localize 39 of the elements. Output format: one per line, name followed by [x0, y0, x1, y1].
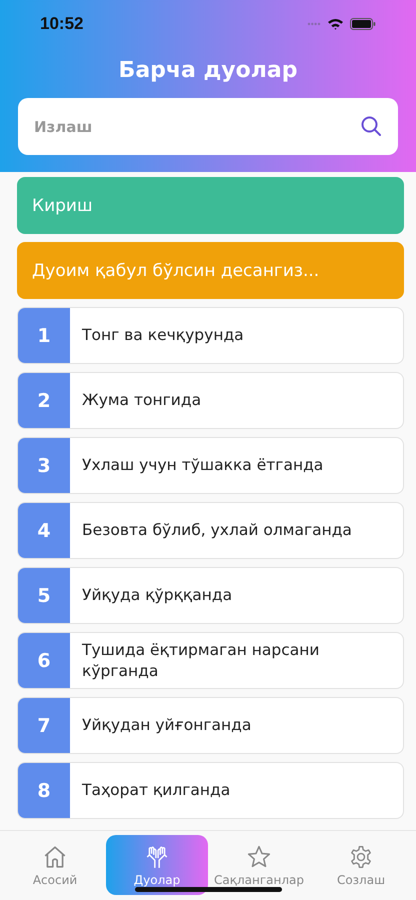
dua-card[interactable]: 5 Уйқуда қўрққанда: [17, 567, 404, 624]
dua-number: 2: [18, 373, 70, 428]
dua-card[interactable]: 4 Безовта бўлиб, ухлай олмаганда: [17, 502, 404, 559]
dua-card[interactable]: 8 Таҳорат қилганда: [17, 762, 404, 819]
tab-label: Асосий: [32, 872, 78, 886]
wifi-icon: [327, 18, 344, 30]
dua-card[interactable]: 3 Ухлаш учун тўшакка ётганда: [17, 437, 404, 494]
settings-icon: [348, 844, 374, 870]
dua-number: 5: [18, 568, 70, 623]
status-time: 10:52: [40, 14, 84, 34]
search-field[interactable]: Излаш: [18, 98, 398, 155]
page-title: Барча дуолар: [118, 58, 298, 83]
dua-title: Тонг ва кечқурунда: [81, 325, 245, 346]
dua-title: Уйқудан уйғонганда: [81, 715, 252, 736]
dua-number: 6: [18, 633, 70, 688]
tab-label: Дуолар: [134, 872, 180, 886]
dua-title: Жума тонгида: [81, 390, 202, 412]
home-icon: [42, 844, 68, 870]
dua-title: Таҳорат қилганда: [81, 780, 232, 802]
star-icon: [246, 844, 272, 870]
dua-number: 7: [18, 698, 70, 753]
dua-card[interactable]: 1 Тонг ва кечқурунда: [17, 307, 404, 364]
dua-title: Ухлаш учун тўшакка ётганда: [81, 455, 324, 476]
signal-icon: [307, 22, 321, 26]
search-icon[interactable]: [360, 115, 382, 137]
dua-card[interactable]: 7 Уйқудан уйғонганда: [17, 697, 404, 754]
battery-icon: [350, 18, 376, 30]
dua-card[interactable]: 6 Тушида ёқтирмаган нарсани кўрганда: [17, 632, 404, 689]
dua-card[interactable]: 2 Жума тонгида: [17, 372, 404, 429]
tab-label: Сақланганлар: [214, 872, 304, 886]
dua-number: 1: [18, 308, 70, 363]
dua-number: 4: [18, 503, 70, 558]
tab-label: Созлаш: [336, 872, 386, 886]
dua-number: 8: [18, 763, 70, 818]
dua-title: Уйқуда қўрққанда: [81, 585, 234, 606]
dua-title: Безовта бўлиб, ухлай олмаганда: [81, 520, 353, 542]
dua-number: 3: [18, 438, 70, 493]
dua-title: Тушида ёқтирмаган нарсани кўрганда: [81, 640, 320, 682]
hands-icon: [144, 844, 170, 870]
